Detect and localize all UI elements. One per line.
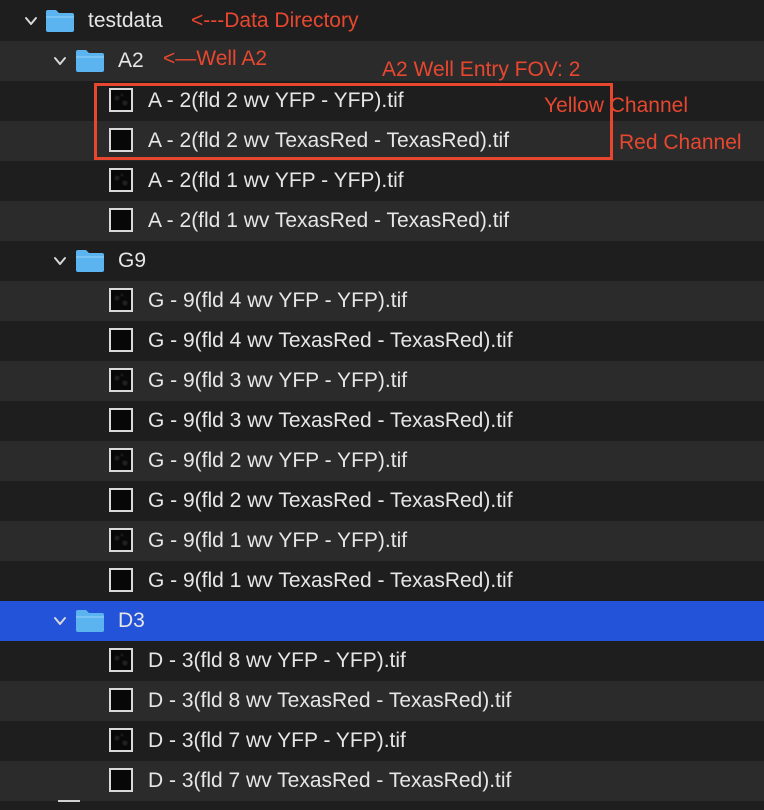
annotation-well-a2: <—Well A2 (163, 47, 268, 70)
image-thumbnail-icon (109, 328, 133, 352)
image-thumbnail-icon (109, 768, 133, 792)
tree-row-file[interactable]: A - 2(fld 1 wv YFP - YFP).tif (0, 161, 764, 201)
tree-row-file[interactable]: D - 3(fld 7 wv YFP - YFP).tif (0, 721, 764, 761)
tree-row-root[interactable]: testdata (0, 1, 764, 41)
folder-icon (75, 49, 107, 75)
tree-row-file[interactable]: G - 9(fld 3 wv TexasRed - TexasRed).tif (0, 401, 764, 441)
image-thumbnail-icon (109, 488, 133, 512)
next-row-edge (58, 800, 80, 810)
chevron-down-icon[interactable] (52, 253, 68, 269)
file-name-label: D - 3(fld 8 wv TexasRed - TexasRed).tif (148, 689, 512, 712)
image-thumbnail-icon (109, 528, 133, 552)
tree-row-file[interactable]: G - 9(fld 2 wv TexasRed - TexasRed).tif (0, 481, 764, 521)
tree-row-file[interactable]: G - 9(fld 4 wv TexasRed - TexasRed).tif (0, 321, 764, 361)
tree-row-file[interactable]: D - 3(fld 8 wv TexasRed - TexasRed).tif (0, 681, 764, 721)
tree-row-file[interactable]: G - 9(fld 4 wv YFP - YFP).tif (0, 281, 764, 321)
file-name-label: D - 3(fld 8 wv YFP - YFP).tif (148, 649, 406, 672)
file-name-label: G - 9(fld 3 wv YFP - YFP).tif (148, 369, 408, 392)
tree-row-folder-d3[interactable]: D3 (0, 601, 764, 641)
annotation-entry-fov: A2 Well Entry FOV: 2 (382, 58, 581, 81)
file-name-label: A - 2(fld 1 wv YFP - YFP).tif (148, 169, 404, 192)
annotation-red-channel: Red Channel (619, 131, 742, 154)
image-thumbnail-icon (109, 728, 133, 752)
chevron-down-icon[interactable] (52, 53, 68, 69)
file-name-label: G - 9(fld 1 wv TexasRed - TexasRed).tif (148, 569, 513, 592)
tree-row-file[interactable]: G - 9(fld 1 wv TexasRed - TexasRed).tif (0, 561, 764, 601)
tree-row-folder-g9[interactable]: G9 (0, 241, 764, 281)
chevron-down-icon[interactable] (52, 613, 68, 629)
file-name-label: D - 3(fld 7 wv TexasRed - TexasRed).tif (148, 769, 512, 792)
image-thumbnail-icon (109, 288, 133, 312)
folder-label: A2 (118, 49, 144, 72)
annotation-yellow-channel: Yellow Channel (544, 94, 688, 117)
image-thumbnail-icon (109, 208, 133, 232)
file-name-label: G - 9(fld 2 wv YFP - YFP).tif (148, 449, 408, 472)
file-name-label: A - 2(fld 1 wv TexasRed - TexasRed).tif (148, 209, 510, 232)
tree-row-file[interactable]: G - 9(fld 1 wv YFP - YFP).tif (0, 521, 764, 561)
image-thumbnail-icon (109, 568, 133, 592)
image-thumbnail-icon (109, 408, 133, 432)
image-thumbnail-icon (109, 368, 133, 392)
file-name-label: G - 9(fld 1 wv YFP - YFP).tif (148, 529, 408, 552)
image-thumbnail-icon (109, 688, 133, 712)
file-name-label: G - 9(fld 4 wv YFP - YFP).tif (148, 289, 408, 312)
file-name-label: D - 3(fld 7 wv YFP - YFP).tif (148, 729, 406, 752)
annotation-data-directory: <---Data Directory (191, 9, 359, 32)
file-name-label: G - 9(fld 4 wv TexasRed - TexasRed).tif (148, 329, 513, 352)
folder-label: D3 (118, 609, 145, 632)
root-folder-label: testdata (88, 9, 163, 32)
file-name-label: G - 9(fld 3 wv TexasRed - TexasRed).tif (148, 409, 513, 432)
tree-row-file[interactable]: D - 3(fld 8 wv YFP - YFP).tif (0, 641, 764, 681)
image-thumbnail-icon (109, 648, 133, 672)
image-thumbnail-icon (109, 168, 133, 192)
folder-label: G9 (118, 249, 147, 272)
fov-highlight-box (94, 83, 613, 160)
tree-row-file[interactable]: G - 9(fld 2 wv YFP - YFP).tif (0, 441, 764, 481)
tree-row-file[interactable]: A - 2(fld 1 wv TexasRed - TexasRed).tif (0, 201, 764, 241)
tree-row-file[interactable]: G - 9(fld 3 wv YFP - YFP).tif (0, 361, 764, 401)
folder-icon (45, 9, 77, 35)
tree-row-file[interactable]: D - 3(fld 7 wv TexasRed - TexasRed).tif (0, 761, 764, 801)
folder-icon (75, 609, 107, 635)
chevron-down-icon[interactable] (23, 13, 39, 29)
folder-icon (75, 249, 107, 275)
file-name-label: G - 9(fld 2 wv TexasRed - TexasRed).tif (148, 489, 513, 512)
image-thumbnail-icon (109, 448, 133, 472)
